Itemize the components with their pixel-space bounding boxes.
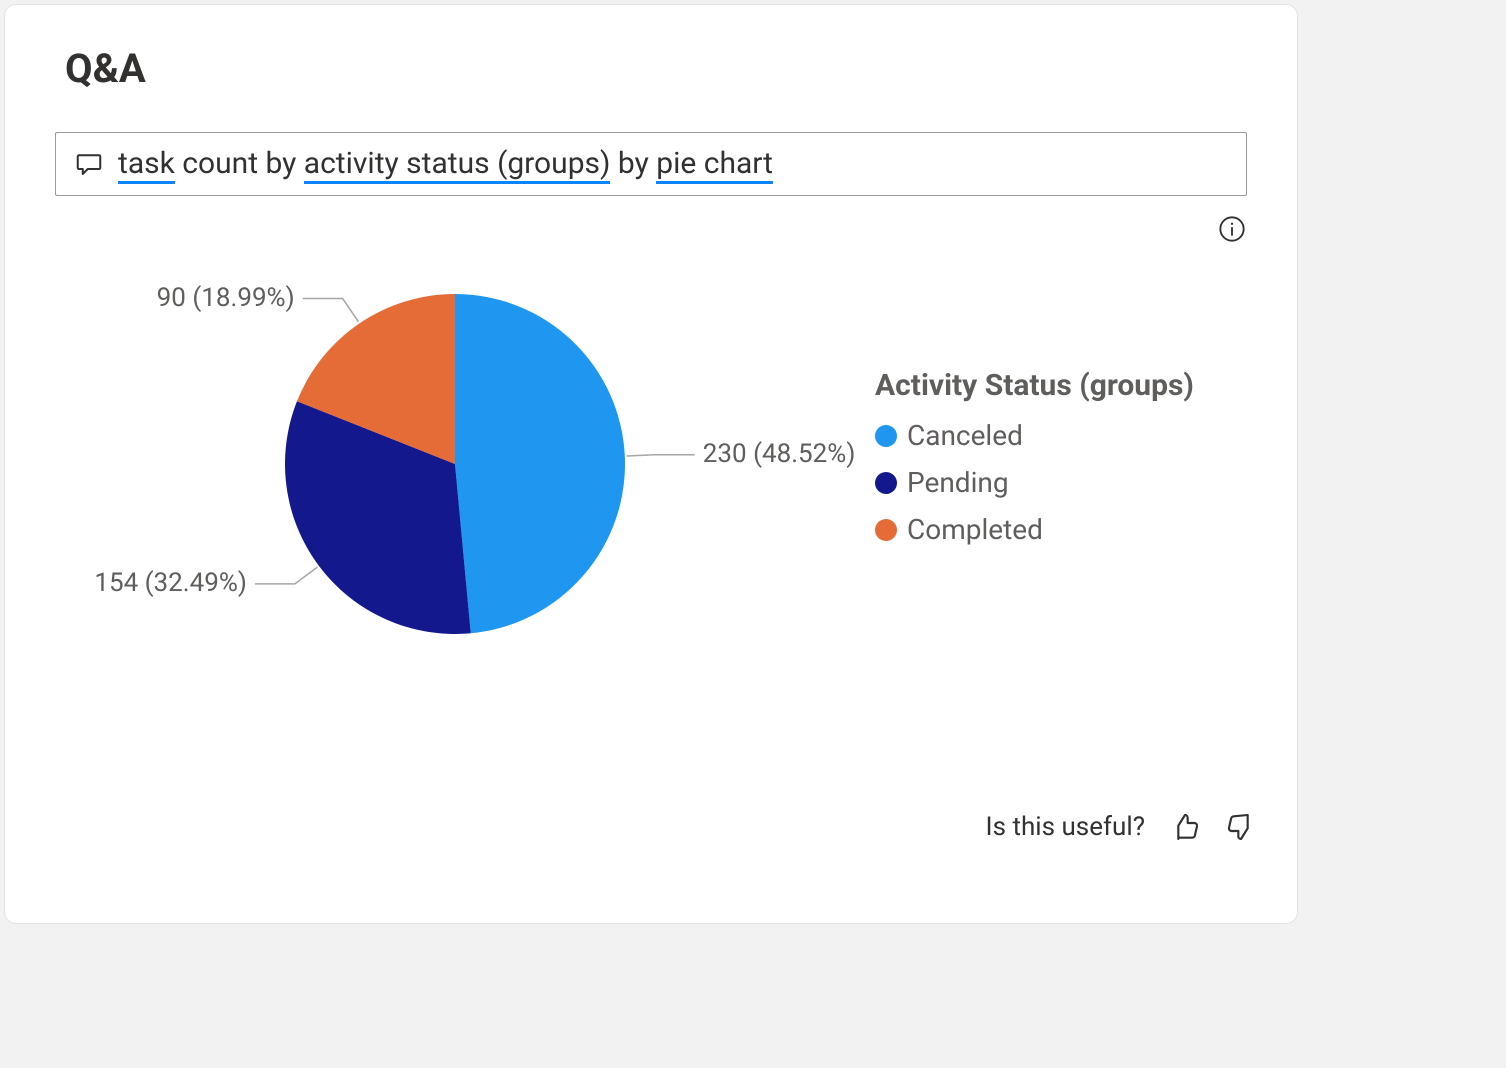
- legend-swatch: [875, 425, 897, 447]
- pie-slice[interactable]: [455, 294, 625, 633]
- info-icon[interactable]: [1217, 214, 1247, 244]
- chart-area: 230 (48.52%) 154 (32.49%) 90 (18.99%) Acti…: [55, 264, 1247, 664]
- pie-data-label: 230 (48.52%): [703, 439, 856, 469]
- pie-chart[interactable]: [55, 264, 815, 664]
- legend-label: Canceled: [907, 419, 1023, 452]
- feedback-bar: Is this useful?: [986, 811, 1257, 843]
- pie-data-label: 90 (18.99%): [157, 283, 295, 313]
- legend: Activity Status (groups) Canceled Pending…: [875, 368, 1194, 560]
- qa-token: count by: [175, 146, 304, 181]
- legend-item[interactable]: Completed: [875, 513, 1194, 546]
- legend-label: Completed: [907, 513, 1043, 546]
- thumbs-up-icon[interactable]: [1169, 811, 1201, 843]
- legend-label: Pending: [907, 466, 1009, 499]
- qa-card: Q&A task count by activity status (group…: [4, 4, 1298, 924]
- feedback-prompt: Is this useful?: [986, 812, 1145, 842]
- qa-query-text: task count by activity status (groups) b…: [118, 143, 773, 185]
- legend-swatch: [875, 472, 897, 494]
- qa-token: activity status (groups): [304, 146, 611, 184]
- thumbs-down-icon[interactable]: [1225, 811, 1257, 843]
- legend-item[interactable]: Pending: [875, 466, 1194, 499]
- comment-icon: [74, 149, 104, 179]
- legend-item[interactable]: Canceled: [875, 419, 1194, 452]
- qa-token: pie chart: [656, 146, 773, 184]
- qa-token: by: [610, 146, 656, 181]
- legend-swatch: [875, 519, 897, 541]
- page-title: Q&A: [65, 45, 1247, 92]
- qa-token: task: [118, 146, 175, 184]
- legend-title: Activity Status (groups): [875, 368, 1194, 403]
- pie-data-label: 154 (32.49%): [94, 568, 247, 598]
- pie-chart-container: 230 (48.52%)154 (32.49%)90 (18.99%): [55, 264, 815, 664]
- qa-input[interactable]: task count by activity status (groups) b…: [55, 132, 1247, 196]
